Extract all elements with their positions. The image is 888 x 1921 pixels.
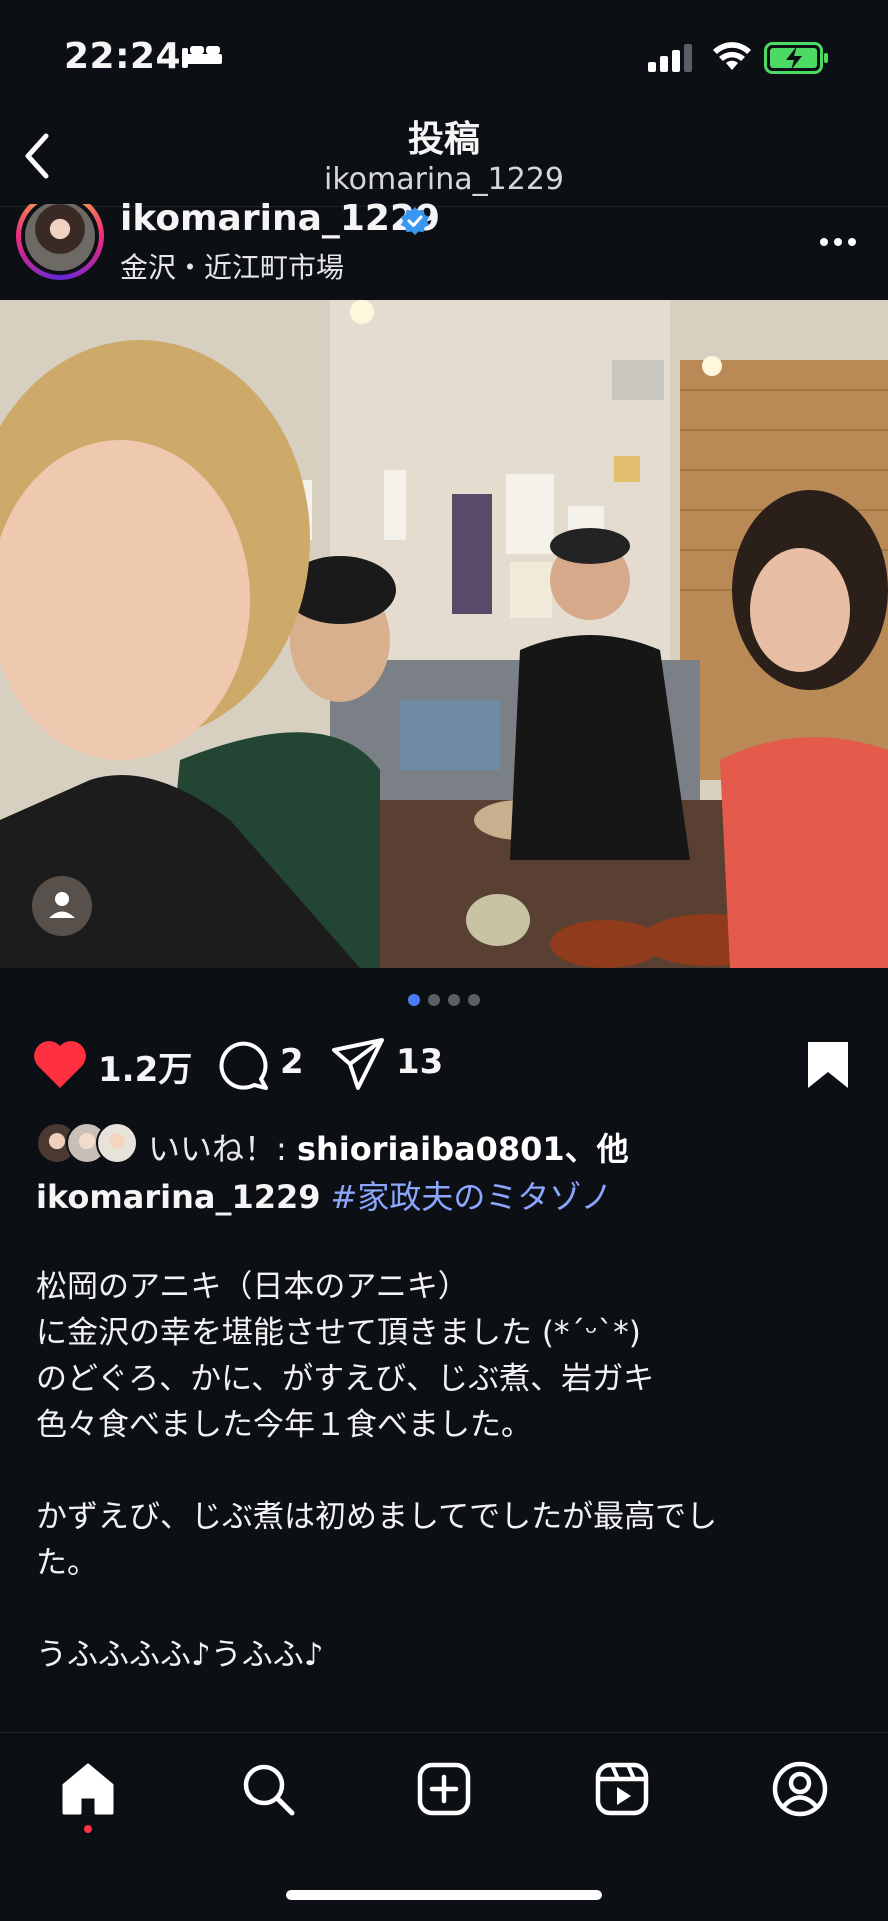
carousel-indicator <box>0 994 888 1006</box>
cellular-signal-icon <box>648 44 692 72</box>
liker-avatars[interactable] <box>36 1122 140 1164</box>
sleep-icon <box>182 46 222 68</box>
caption-line <box>36 1448 856 1494</box>
caption-hashtag[interactable]: #家政夫のミタゾノ <box>331 1178 613 1216</box>
carousel-dot <box>428 994 440 1006</box>
verified-badge-icon <box>401 207 429 235</box>
caption-line: 色々食べました今年１食べました。 <box>36 1407 532 1443</box>
like-heart-icon[interactable] <box>32 1038 88 1090</box>
save-bookmark-icon[interactable] <box>806 1040 850 1090</box>
battery-charging-icon <box>764 42 828 74</box>
caption-text: 松岡のアニキ（日本のアニキ） に金沢の幸を堪能させて頂きました (*´ᵕ`*) … <box>36 1264 856 1678</box>
share-send-icon[interactable] <box>330 1036 386 1092</box>
caption-line: 松岡のアニキ（日本のアニキ） <box>36 1269 469 1305</box>
carousel-dot <box>408 994 420 1006</box>
caption-line: た。 <box>36 1545 98 1581</box>
search-icon[interactable] <box>238 1759 298 1819</box>
status-time: 22:24 <box>64 36 182 77</box>
author-username[interactable]: ikomarina_1229 <box>120 198 440 239</box>
author-avatar[interactable] <box>14 204 106 284</box>
carousel-dot <box>448 994 460 1006</box>
liker-avatar <box>96 1122 138 1164</box>
page-title: 投稿 <box>407 119 480 160</box>
reels-icon[interactable] <box>592 1759 652 1819</box>
caption-line: に金沢の幸を堪能させて頂きました (*´ᵕ`*) <box>36 1315 641 1351</box>
caption-username[interactable]: ikomarina_1229 <box>36 1178 321 1216</box>
caption-line <box>36 1586 856 1632</box>
caption-line: うふふふふ♪うふふ♪ <box>36 1637 324 1673</box>
carousel-dot <box>468 994 480 1006</box>
home-notification-dot <box>84 1825 92 1833</box>
comment-count[interactable]: 2 <box>280 1042 304 1082</box>
share-count[interactable]: 13 <box>396 1042 443 1082</box>
more-options-icon[interactable] <box>818 236 858 248</box>
post-location[interactable]: 金沢・近江町市場 <box>120 246 344 286</box>
likes-suffix[interactable]: 、他 <box>565 1130 629 1168</box>
home-indicator <box>286 1890 602 1900</box>
home-icon[interactable] <box>58 1759 118 1819</box>
create-post-icon[interactable] <box>414 1759 474 1819</box>
like-count[interactable]: 1.2万 <box>98 1042 192 1091</box>
likes-username[interactable]: shioriaiba0801 <box>297 1130 565 1168</box>
caption-line: のどぐろ、かに、がすえび、じぶ煮、岩ガキ <box>36 1361 655 1397</box>
comment-icon[interactable] <box>216 1038 270 1092</box>
post-photo-illustration <box>0 300 888 968</box>
caption-line: かずえび、じぶ煮は初めましてでしたが最高でし <box>36 1499 718 1535</box>
profile-icon[interactable] <box>770 1759 830 1819</box>
likes-summary[interactable]: いいね！: shioriaiba0801、他 <box>148 1124 629 1170</box>
page-subtitle: ikomarina_1229 <box>323 162 564 197</box>
user-tag-icon[interactable] <box>32 876 92 936</box>
wifi-icon <box>713 42 751 70</box>
caption-header: ikomarina_1229 #家政夫のミタゾノ <box>36 1172 612 1218</box>
likes-label: いいね！: <box>148 1130 297 1168</box>
post-photo[interactable] <box>0 300 888 968</box>
